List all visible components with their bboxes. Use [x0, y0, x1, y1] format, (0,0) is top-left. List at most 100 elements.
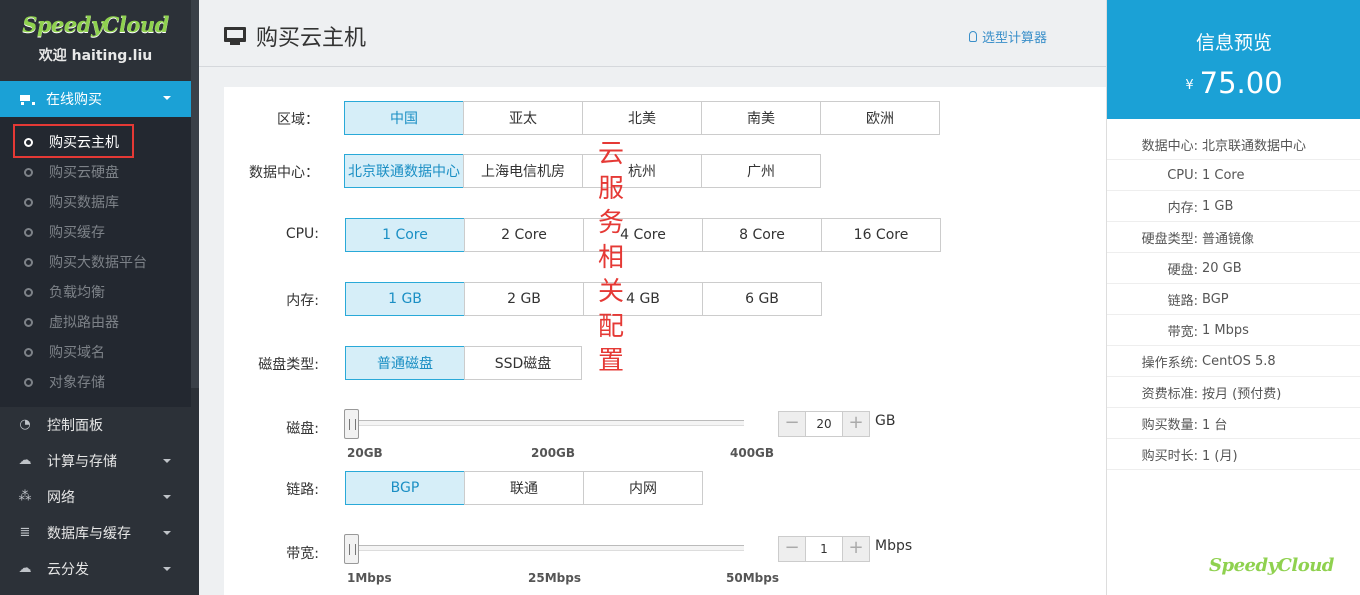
bandwidth-tick-label: 25Mbps [528, 571, 581, 585]
bandwidth-tick-label: 1Mbps [347, 571, 392, 585]
datacenter-label: 数据中心： [249, 165, 319, 181]
minus-button[interactable]: − [779, 412, 805, 436]
price: ¥75.00 [1107, 66, 1360, 100]
region-option[interactable]: 南美 [701, 101, 821, 135]
bandwidth-stepper[interactable]: −1 + [778, 536, 870, 562]
chevron-down-icon [163, 531, 171, 535]
nav-item[interactable]: ≣ 数据库与缓存 [0, 515, 191, 551]
disk_type-option[interactable]: SSD磁盘 [464, 346, 582, 380]
preview-row: 购买时长: 1 (月) [1107, 439, 1360, 470]
preview-row-key: 硬盘: [1167, 262, 1198, 278]
link-option[interactable]: 联通 [464, 471, 584, 505]
submenu-item-label: 虚拟路由器 [49, 315, 119, 331]
link-option[interactable]: 内网 [583, 471, 703, 505]
minus-button[interactable]: − [779, 537, 805, 561]
monitor-icon [224, 27, 246, 45]
submenu: 购买云主机 购买云硬盘 购买数据库 购买缓存 购买大数据平台 负载均衡 虚拟路由器 购买域名对… [0, 117, 191, 407]
disk-stepper[interactable]: −20 + [778, 411, 870, 437]
currency-symbol: ¥ [1185, 77, 1194, 93]
disk_type-option[interactable]: 普通磁盘 [345, 346, 465, 380]
preview-row-value: 普通镜像 [1202, 231, 1255, 247]
preview-row-key: CPU: [1167, 167, 1198, 183]
circle-icon [24, 287, 33, 297]
price-value: 75.00 [1199, 66, 1283, 100]
memory-option[interactable]: 2 GB [464, 282, 584, 316]
chevron-down-icon [163, 96, 171, 100]
calculator-link-text: 选型计算器 [982, 31, 1048, 46]
cpu-option[interactable]: 8 Core [702, 218, 822, 252]
menu-label: 在线购买 [46, 92, 102, 108]
region-option[interactable]: 北美 [582, 101, 702, 135]
cpu-option[interactable]: 2 Core [464, 218, 584, 252]
bandwidth-slider-track[interactable] [352, 545, 744, 551]
chevron-down-icon [163, 567, 171, 571]
region-option[interactable]: 中国 [344, 101, 464, 135]
region-option[interactable]: 亚太 [463, 101, 583, 135]
disk-value-input[interactable]: 20 [805, 412, 843, 436]
submenu-item[interactable]: 购买缓存 [0, 217, 191, 247]
plus-button[interactable]: + [843, 412, 869, 436]
nav-item[interactable]: ☁ 云分发 [0, 551, 191, 587]
preview-row: 带宽: 1 Mbps [1107, 315, 1360, 346]
preview-row-key: 购买数量: [1141, 417, 1198, 433]
region-label: 区域： [277, 112, 319, 128]
database-icon: ≣ [19, 525, 31, 540]
preview-row-key: 内存: [1167, 200, 1198, 216]
preview-row: CPU: 1 Core [1107, 160, 1360, 191]
datacenter-option[interactable]: 广州 [701, 154, 821, 188]
preview-row: 硬盘类型: 普通镜像 [1107, 222, 1360, 253]
bandwidth-tick-label: 50Mbps [726, 571, 779, 585]
memory-option[interactable]: 6 GB [702, 282, 822, 316]
submenu-item[interactable]: 对象存储 [0, 367, 191, 397]
nav-item[interactable]: ☁ 计算与存储 [0, 443, 191, 479]
submenu-item[interactable]: 购买云硬盘 [0, 157, 191, 187]
calculator-link[interactable]: 选型计算器 [969, 27, 1047, 46]
cpu-option[interactable]: 16 Core [821, 218, 941, 252]
submenu-item[interactable]: 购买域名 [0, 337, 191, 367]
submenu-item[interactable]: 负载均衡 [0, 277, 191, 307]
nav-item[interactable]: ◔ 控制面板 [0, 407, 191, 443]
submenu-item[interactable]: 购买数据库 [0, 187, 191, 217]
preview-row-key: 带宽: [1167, 324, 1198, 340]
circle-icon [24, 167, 33, 177]
nav-item-label: 云分发 [47, 562, 89, 578]
circle-icon [24, 347, 33, 357]
preview-row-value: 北京联通数据中心 [1202, 138, 1307, 154]
bandwidth-value-input[interactable]: 1 [805, 537, 843, 561]
nav-item[interactable]: ⁂ 网络 [0, 479, 191, 515]
disk-slider-track[interactable] [352, 420, 744, 426]
cloud-icon: ☁ [18, 453, 32, 468]
link-option[interactable]: BGP [345, 471, 465, 505]
preview-row-value: BGP [1202, 291, 1229, 307]
preview-row: 链路: BGP [1107, 284, 1360, 315]
plus-button[interactable]: + [843, 537, 869, 561]
circle-icon [24, 317, 33, 327]
logo-area: SpeedyCloud 欢迎 haiting.liu [0, 12, 191, 65]
submenu-item[interactable]: 购买大数据平台 [0, 247, 191, 277]
memory-option[interactable]: 1 GB [345, 282, 465, 316]
datacenter-option[interactable]: 上海电信机房 [463, 154, 583, 188]
nav-item-label: 网络 [47, 490, 75, 506]
submenu-item-label: 购买云硬盘 [49, 165, 119, 181]
chevron-down-icon [163, 459, 171, 463]
preview-header: 信息预览 ¥75.00 [1107, 0, 1360, 119]
disk-slider-handle[interactable] [344, 409, 359, 439]
bandwidth-label: 带宽: [286, 546, 319, 562]
preview-row-key: 链路: [1167, 293, 1198, 309]
nav-item-label: 计算与存储 [47, 454, 117, 470]
datacenter-option[interactable]: 北京联通数据中心 [344, 154, 464, 188]
menu-online-purchase[interactable]: 在线购买 [0, 81, 191, 117]
preview-panel: 信息预览 ¥75.00 数据中心: 北京联通数据中心 CPU: 1 Core 内存: 1 … [1106, 0, 1360, 595]
cpu-option[interactable]: 1 Core [345, 218, 465, 252]
preview-row-key: 操作系统: [1141, 355, 1198, 371]
panel-logo-text: SpeedyCloud [1209, 555, 1334, 576]
region-option[interactable]: 欧洲 [820, 101, 940, 135]
page-title-text: 购买云主机 [256, 26, 367, 51]
preview-row-value: CentOS 5.8 [1202, 353, 1276, 369]
cpu-label: CPU: [285, 226, 319, 242]
submenu-item[interactable]: 虚拟路由器 [0, 307, 191, 337]
preview-row-key: 硬盘类型: [1141, 231, 1198, 247]
preview-row-value: 20 GB [1202, 260, 1242, 276]
sidebar-scrollbar[interactable] [191, 0, 199, 388]
bandwidth-slider-handle[interactable] [344, 534, 359, 564]
